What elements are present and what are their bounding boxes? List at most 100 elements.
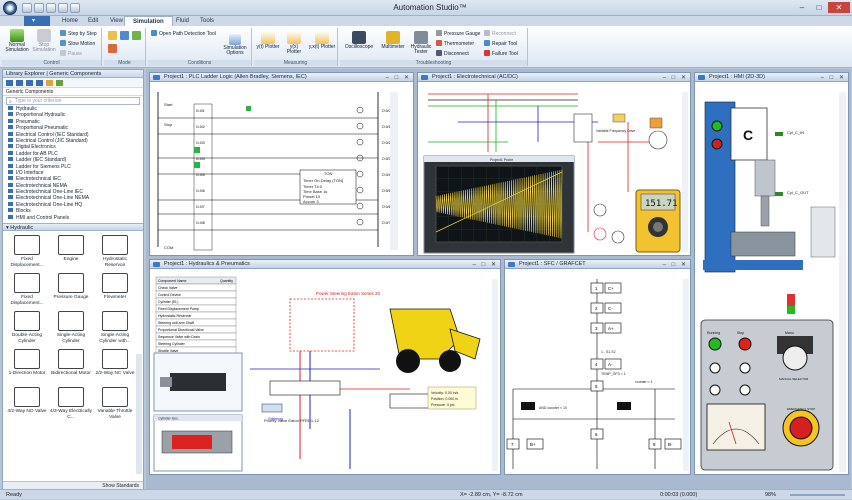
close-button[interactable]: ✕	[828, 2, 850, 13]
yt-plotter-button[interactable]: y(t) Plotter	[256, 31, 280, 50]
library-icon-4[interactable]	[36, 80, 43, 86]
disconnect-button[interactable]: Disconnect	[436, 50, 469, 57]
library-icon-3[interactable]	[26, 80, 33, 86]
yx-plotter-button[interactable]: y(x) Plotter	[282, 31, 306, 55]
window-controls[interactable]: – □ ✕	[663, 74, 688, 83]
plc-coil[interactable]	[356, 122, 364, 130]
hyd-scrollbar[interactable]	[492, 279, 498, 471]
save-icon[interactable]	[46, 3, 56, 13]
mode-icon-1[interactable]	[108, 31, 117, 40]
plc-coil[interactable]	[356, 170, 364, 178]
new-icon[interactable]	[22, 3, 32, 13]
minimize-button[interactable]: –	[794, 2, 810, 13]
component-item[interactable]: Double-Acting Cylinder	[5, 311, 49, 344]
component-item[interactable]: Single-Acting Cylinder with...	[93, 311, 137, 344]
plc-coil[interactable]	[356, 138, 364, 146]
electrotechnical-title[interactable]: Project1 : Electrotechnical (AC/DC) – □ ✕	[418, 73, 690, 82]
hmi-scrollbar[interactable]	[839, 92, 846, 472]
plc-ladder-title[interactable]: Project1 : PLC Ladder Logic (Allen Bradl…	[150, 73, 413, 82]
file-menu-button[interactable]: ▾	[24, 16, 50, 26]
reconnect-button[interactable]: Reconnect	[484, 30, 516, 37]
normal-simulation-button[interactable]: Normal Simulation	[4, 29, 30, 53]
panel-lamp[interactable]	[739, 362, 751, 374]
component-item[interactable]: Pressure Gauge	[49, 273, 93, 301]
window-controls[interactable]: – □ ✕	[473, 261, 498, 270]
open-icon[interactable]	[34, 3, 44, 13]
multimeter-button[interactable]: Multimeter	[378, 31, 408, 50]
component-item[interactable]: Fixed Displacement...	[5, 235, 49, 268]
repair-tool-button[interactable]: Repair Tool	[484, 40, 517, 47]
maximize-button[interactable]: □	[811, 2, 827, 13]
component-scrollbar[interactable]	[136, 354, 142, 474]
plc-coil[interactable]	[356, 186, 364, 194]
component-item[interactable]: Bidirectional Motor	[49, 349, 93, 377]
mode-icon-3[interactable]	[132, 31, 141, 40]
component-item[interactable]: Variable Throttle Valve	[93, 387, 137, 420]
tab-simulation[interactable]: Simulation	[124, 16, 173, 26]
component-item[interactable]: Single-Acting Cylinder	[49, 311, 93, 344]
window-controls[interactable]: – □ ✕	[821, 74, 846, 83]
plc-coil[interactable]	[356, 218, 364, 226]
electrotechnical-canvas[interactable]: Variable Frequency Drive Project1 Probe …	[418, 82, 690, 255]
hmi-title[interactable]: Project1 : HMI (2D-3D) – □ ✕	[695, 73, 848, 82]
tab-tools[interactable]: Tools	[192, 16, 222, 26]
running-button[interactable]	[708, 337, 722, 351]
sfc-scrollbar[interactable]	[683, 279, 689, 471]
component-item[interactable]: 4/2-Way NO Valve	[5, 387, 49, 415]
mode-icon-4[interactable]	[108, 44, 117, 53]
hydraulic-tester-button[interactable]: Hydraulic Tester	[408, 31, 434, 55]
stop-button[interactable]	[738, 337, 752, 351]
thermometer-button[interactable]: Thermometer	[436, 40, 474, 47]
oscilloscope-button[interactable]: Oscilloscope	[342, 31, 376, 50]
plc-coil[interactable]	[356, 202, 364, 210]
redo-icon[interactable]	[70, 3, 80, 13]
panel-lamp[interactable]	[739, 384, 751, 396]
selector-switch[interactable]	[782, 345, 808, 371]
plc-ladder-canvas[interactable]: I1:0/1 O:0/0 I1:0/2 O:0/1 I1:0/3 O:0/2 I1:0/4 O…	[150, 82, 413, 255]
sfc-title[interactable]: Project1 : SFC / GRAFCET – □ ✕	[505, 260, 690, 269]
app-logo-icon[interactable]	[3, 1, 17, 15]
step-by-step-button[interactable]: Step by Step	[60, 30, 97, 37]
library-search-input[interactable]: ⌕ Type in your criterion	[6, 97, 140, 105]
cylinder-section-inset[interactable]: Cylinder Sec.	[153, 414, 243, 472]
library-icon-1[interactable]	[6, 80, 13, 86]
library-tree-item[interactable]: HMI and Control Panels	[3, 214, 143, 221]
cylinder-inset[interactable]	[153, 352, 243, 412]
panel-lamp[interactable]	[709, 362, 721, 374]
panel-lamp[interactable]	[709, 384, 721, 396]
component-section-header[interactable]: ▾ Hydraulic	[3, 223, 143, 232]
hydraulics-title[interactable]: Project1 : Hydraulics & Pneumatics – □ ✕	[150, 260, 500, 269]
elec-scrollbar[interactable]	[682, 92, 688, 252]
zoom-slider[interactable]	[790, 494, 845, 496]
component-item[interactable]: Engine	[49, 235, 93, 263]
mode-icon-2[interactable]	[120, 31, 129, 40]
library-icon-5[interactable]	[46, 80, 53, 86]
pressure-gauge-button[interactable]: Pressure Gauge	[436, 30, 480, 37]
oscilloscope-panel[interactable]: Project1 Probe	[423, 155, 575, 254]
yxt-plotter-button[interactable]: y,x(t) Plotter	[308, 31, 336, 50]
component-item[interactable]: Hydrostatic Reservoir	[93, 235, 137, 268]
open-path-detection-button[interactable]: Open Path Detection Tool	[151, 30, 216, 37]
hydraulics-canvas[interactable]: Component Name Check Valve Control Device C…	[150, 269, 500, 474]
window-controls[interactable]: – □ ✕	[386, 74, 411, 83]
window-controls[interactable]: – □ ✕	[663, 261, 688, 270]
pause-button[interactable]: Pause	[60, 50, 82, 57]
plc-scrollbar[interactable]	[390, 92, 398, 250]
library-subheader[interactable]: Generic Components	[3, 88, 143, 96]
component-item[interactable]: 4/3-Way Electrically C...	[49, 387, 93, 420]
show-standards-button[interactable]: Show Standards	[3, 481, 143, 489]
hmi-canvas[interactable]: C Cyl_C_IN Cyl_C_OUT Running Stop Manu M…	[695, 82, 848, 474]
failure-tool-button[interactable]: Failure Tool	[484, 50, 518, 57]
component-item[interactable]: Flowmeter	[93, 273, 137, 301]
sfc-canvas[interactable]: 1234567 8C+C-A+A-B+ B- 1 - S1.S2 TEMP_OP3 …	[505, 269, 690, 474]
undo-icon[interactable]	[58, 3, 68, 13]
component-item[interactable]: 2/2-Way NC Valve	[93, 349, 137, 377]
library-icon-2[interactable]	[16, 80, 23, 86]
slow-motion-button[interactable]: Slow Motion	[60, 40, 95, 47]
component-item[interactable]: 1-Direction Motor	[5, 349, 49, 377]
stop-simulation-button[interactable]: Stop Simulation	[32, 29, 56, 53]
plc-coil[interactable]	[356, 106, 364, 114]
multimeter-widget[interactable]: 151.71	[635, 189, 681, 253]
emergency-stop-button[interactable]	[789, 416, 813, 440]
library-icon-6[interactable]	[56, 80, 63, 86]
